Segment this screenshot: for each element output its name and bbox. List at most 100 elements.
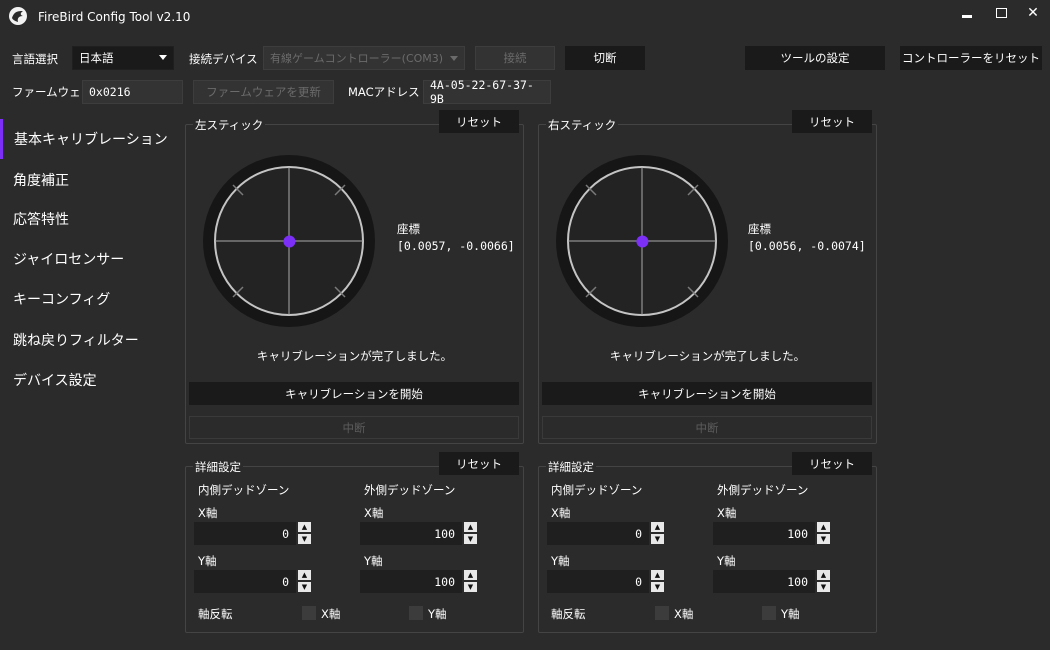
sidebar-item-label: ジャイロセンサー bbox=[13, 252, 125, 268]
input-value: 100 bbox=[434, 574, 455, 589]
left-invert-x-checkbox[interactable] bbox=[302, 606, 316, 620]
input-value: 0 bbox=[282, 526, 289, 541]
stick-visualizer-svg bbox=[556, 155, 728, 327]
right-inner-y-input[interactable]: 0 bbox=[547, 570, 649, 593]
chevron-up-icon[interactable]: ▲ bbox=[651, 522, 664, 532]
x-axis-label: X軸 bbox=[717, 506, 737, 520]
right-abort-button[interactable]: 中断 bbox=[542, 416, 872, 439]
firmware-label: ファームウェア bbox=[12, 85, 93, 99]
input-value: 0 bbox=[282, 574, 289, 589]
right-outer-y-stepper[interactable]: ▲ ▼ bbox=[817, 570, 830, 592]
chevron-up-icon[interactable]: ▲ bbox=[817, 570, 830, 580]
sidebar-item-rebound-filter[interactable]: 跳ね戻りフィルター bbox=[0, 320, 176, 360]
input-value: 0 bbox=[635, 574, 642, 589]
chevron-up-icon[interactable]: ▲ bbox=[298, 522, 311, 532]
left-inner-x-stepper[interactable]: ▲ ▼ bbox=[298, 522, 311, 544]
left-detail-title: 詳細設定 bbox=[193, 459, 243, 475]
inner-deadzone-label: 内側デッドゾーン bbox=[198, 483, 290, 497]
language-label: 言語選択 bbox=[12, 52, 58, 66]
left-inner-y-stepper[interactable]: ▲ ▼ bbox=[298, 570, 311, 592]
chevron-down-icon[interactable]: ▼ bbox=[651, 582, 664, 592]
chevron-down-icon[interactable]: ▼ bbox=[298, 582, 311, 592]
sidebar-item-label: 跳ね戻りフィルター bbox=[13, 333, 139, 349]
y-axis-label: Y軸 bbox=[364, 554, 383, 568]
app-logo-icon bbox=[8, 6, 28, 26]
chevron-down-icon[interactable]: ▼ bbox=[651, 534, 664, 544]
left-outer-x-stepper[interactable]: ▲ ▼ bbox=[464, 522, 477, 544]
device-select[interactable]: 有線ゲームコントローラー(COM3) bbox=[263, 46, 465, 70]
device-label: 接続デバイス bbox=[189, 52, 258, 66]
left-outer-y-input[interactable]: 100 bbox=[360, 570, 462, 593]
chevron-up-icon[interactable]: ▲ bbox=[464, 522, 477, 532]
device-value: 有線ゲームコントローラー(COM3) bbox=[270, 52, 444, 65]
sidebar-item-label: 角度補正 bbox=[13, 173, 69, 189]
chevron-down-icon[interactable]: ▼ bbox=[298, 534, 311, 544]
x-axis-label: X軸 bbox=[198, 506, 218, 520]
chevron-up-icon[interactable]: ▲ bbox=[817, 522, 830, 532]
sidebar-item-angle-correction[interactable]: 角度補正 bbox=[0, 160, 176, 200]
y-axis-label: Y軸 bbox=[717, 554, 736, 568]
right-invert-y-checkbox[interactable] bbox=[762, 606, 776, 620]
left-start-calibration-button[interactable]: キャリブレーションを開始 bbox=[189, 382, 519, 405]
right-start-calibration-button[interactable]: キャリブレーションを開始 bbox=[542, 382, 872, 405]
left-stick-reset-button[interactable]: リセット bbox=[439, 110, 519, 133]
chevron-down-icon[interactable]: ▼ bbox=[464, 534, 477, 544]
connect-button[interactable]: 接続 bbox=[475, 46, 555, 70]
sidebar-item-device-settings[interactable]: デバイス設定 bbox=[0, 360, 176, 400]
right-invert-x-checkbox[interactable] bbox=[655, 606, 669, 620]
invert-x-label: X軸 bbox=[674, 607, 694, 621]
minimize-icon bbox=[962, 14, 972, 18]
right-inner-y-stepper[interactable]: ▲ ▼ bbox=[651, 570, 664, 592]
chevron-down-icon[interactable]: ▼ bbox=[817, 582, 830, 592]
left-stick-visualizer bbox=[203, 155, 375, 327]
sidebar-item-label: 基本キャリブレーション bbox=[14, 132, 168, 148]
language-value: 日本語 bbox=[79, 51, 114, 65]
input-value: 100 bbox=[434, 526, 455, 541]
chevron-down-icon[interactable]: ▼ bbox=[464, 582, 477, 592]
left-invert-y-checkbox[interactable] bbox=[409, 606, 423, 620]
left-abort-button[interactable]: 中断 bbox=[189, 416, 519, 439]
close-icon: ✕ bbox=[1027, 5, 1039, 21]
left-outer-y-stepper[interactable]: ▲ ▼ bbox=[464, 570, 477, 592]
reset-controller-button[interactable]: コントローラーをリセット bbox=[900, 46, 1042, 70]
left-inner-y-input[interactable]: 0 bbox=[194, 570, 296, 593]
close-button[interactable]: ✕ bbox=[1016, 0, 1050, 26]
invert-axis-label: 軸反転 bbox=[198, 607, 233, 621]
y-axis-label: Y軸 bbox=[551, 554, 570, 568]
left-calibration-status: キャリブレーションが完了しました。 bbox=[256, 349, 453, 363]
maximize-button[interactable] bbox=[984, 0, 1018, 26]
right-inner-x-stepper[interactable]: ▲ ▼ bbox=[651, 522, 664, 544]
chevron-up-icon[interactable]: ▲ bbox=[651, 570, 664, 580]
chevron-down-icon[interactable]: ▼ bbox=[817, 534, 830, 544]
right-stick-coords: 座標 [0.0056, -0.0074] bbox=[748, 221, 866, 255]
left-detail-reset-button[interactable]: リセット bbox=[439, 452, 519, 475]
right-outer-x-stepper[interactable]: ▲ ▼ bbox=[817, 522, 830, 544]
title-bar: FireBird Config Tool v2.10 ✕ bbox=[0, 0, 1050, 36]
minimize-button[interactable] bbox=[950, 0, 984, 26]
window-title: FireBird Config Tool v2.10 bbox=[38, 10, 191, 24]
sidebar-item-gyro[interactable]: ジャイロセンサー bbox=[0, 239, 176, 279]
disconnect-button[interactable]: 切断 bbox=[565, 46, 645, 70]
sidebar-item-response[interactable]: 応答特性 bbox=[0, 199, 176, 239]
sidebar-item-basic-calibration[interactable]: 基本キャリブレーション bbox=[0, 119, 176, 159]
right-outer-x-input[interactable]: 100 bbox=[713, 522, 815, 545]
right-detail-reset-button[interactable]: リセット bbox=[792, 452, 872, 475]
right-stick-title: 右スティック bbox=[546, 117, 619, 133]
right-outer-y-input[interactable]: 100 bbox=[713, 570, 815, 593]
sidebar-item-key-config[interactable]: キーコンフィグ bbox=[0, 279, 176, 319]
update-firmware-button[interactable]: ファームウェアを更新 bbox=[193, 80, 334, 104]
tool-settings-button[interactable]: ツールの設定 bbox=[745, 46, 885, 70]
stick-visualizer-svg bbox=[203, 155, 375, 327]
right-inner-x-input[interactable]: 0 bbox=[547, 522, 649, 545]
left-inner-x-input[interactable]: 0 bbox=[194, 522, 296, 545]
right-stick-reset-button[interactable]: リセット bbox=[792, 110, 872, 133]
sidebar-item-label: キーコンフィグ bbox=[13, 292, 111, 308]
coord-label: 座標 bbox=[748, 222, 771, 236]
right-stick-position-dot bbox=[636, 235, 649, 248]
language-select[interactable]: 日本語 bbox=[72, 46, 174, 70]
y-axis-label: Y軸 bbox=[198, 554, 217, 568]
left-outer-x-input[interactable]: 100 bbox=[360, 522, 462, 545]
chevron-up-icon[interactable]: ▲ bbox=[298, 570, 311, 580]
coord-value: [0.0057, -0.0066] bbox=[397, 239, 515, 253]
chevron-up-icon[interactable]: ▲ bbox=[464, 570, 477, 580]
